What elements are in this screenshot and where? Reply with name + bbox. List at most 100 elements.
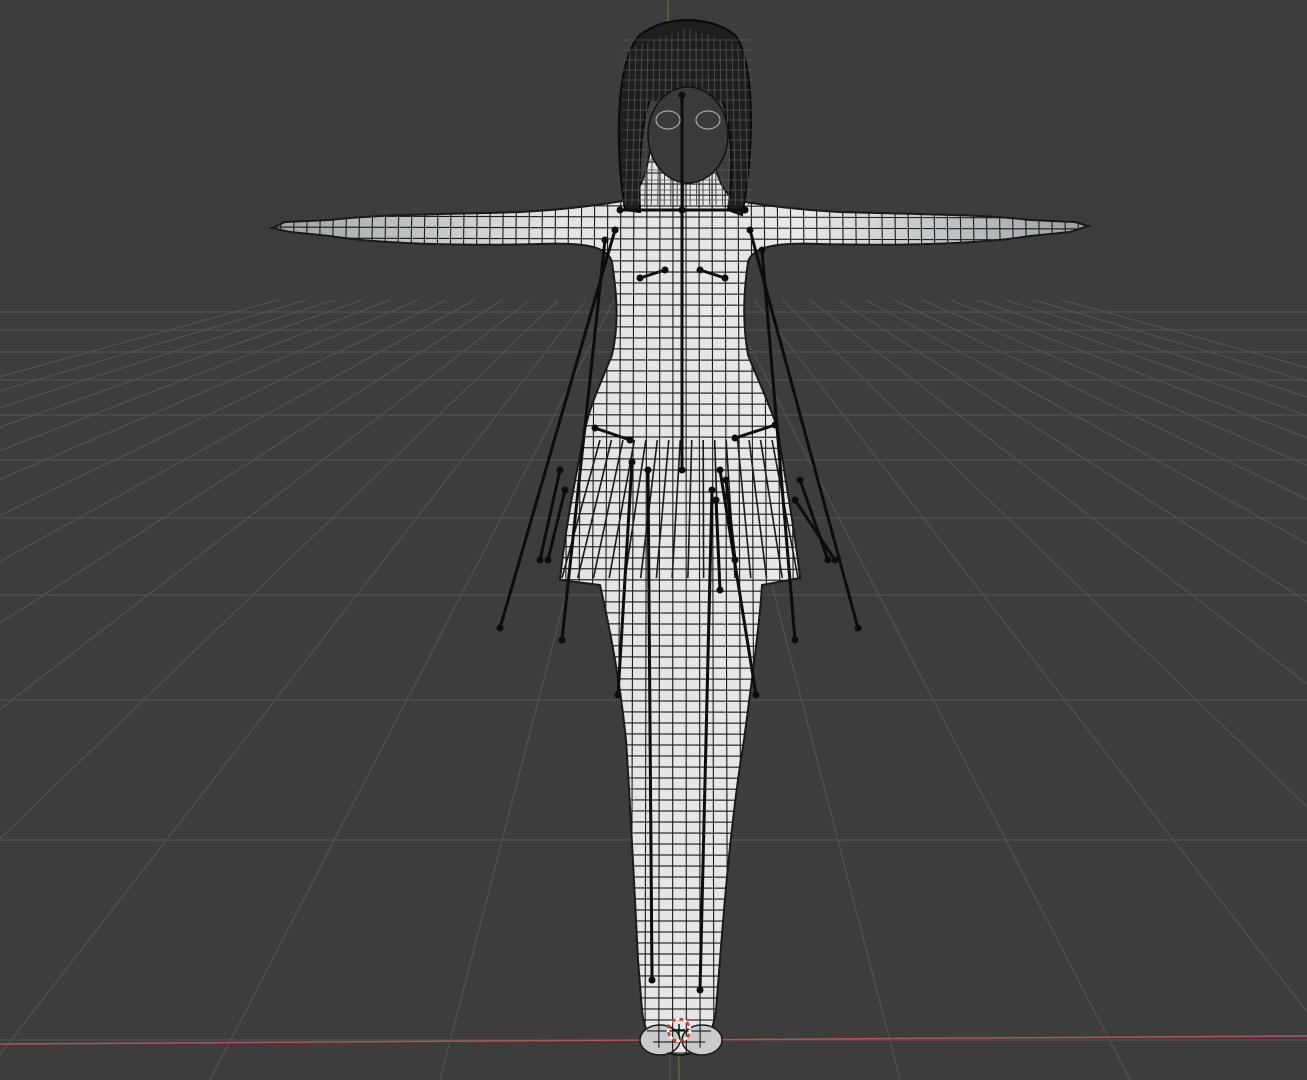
bone-joint[interactable]: [741, 206, 749, 214]
wire-edge: [893, 150, 908, 1055]
bone-joint[interactable]: [771, 421, 779, 429]
bone-joint[interactable]: [678, 91, 686, 99]
viewport-canvas[interactable]: [0, 0, 1307, 1080]
wire-edge: [492, 150, 505, 1055]
wire-edge: [867, 150, 880, 1055]
bone-joint[interactable]: [536, 556, 544, 564]
bone[interactable]: [798, 479, 830, 561]
bone-joint[interactable]: [611, 226, 619, 234]
bone-joint[interactable]: [824, 556, 832, 564]
wire-edge: [854, 150, 867, 1055]
wire-edge: [984, 150, 1004, 1055]
wire-edge: [437, 150, 453, 1055]
character-mesh[interactable]: [245, 19, 1114, 1070]
bone-joint[interactable]: [678, 206, 686, 214]
wire-edge: [451, 150, 466, 1055]
grid-line: [0, 299, 559, 840]
grid-line: [753, 299, 1307, 1013]
bone-joint[interactable]: [722, 476, 730, 484]
bone-joint[interactable]: [661, 266, 669, 274]
wire-edge: [368, 150, 388, 1055]
foot-right: [681, 1024, 723, 1056]
wire-edge: [520, 150, 531, 1055]
bone-joint[interactable]: [854, 624, 862, 632]
wire-edge: [802, 150, 811, 1055]
grid-line: [837, 299, 1307, 603]
wire-edge: [575, 150, 583, 1055]
grid-line: [0, 299, 531, 710]
wire-edge: [506, 150, 518, 1055]
wire-edge: [828, 150, 839, 1055]
bone-joint[interactable]: [644, 466, 652, 474]
wire-edge: [245, 140, 270, 1070]
bone-joint[interactable]: [601, 236, 609, 244]
bone-joint[interactable]: [752, 691, 760, 699]
face-mesh: [647, 86, 729, 184]
wire-edge: [534, 150, 544, 1055]
wire-edge: [932, 150, 949, 1055]
grid-line: [781, 299, 1307, 808]
wire-edge: [272, 150, 284, 1055]
wire-edge: [1023, 150, 1046, 1055]
grid-line: [0, 299, 363, 428]
wire-edge: [1036, 150, 1059, 1055]
grid-line: [1005, 299, 1307, 398]
wire-edge: [776, 150, 784, 1055]
wire-edge: [396, 150, 414, 1055]
bone-joint[interactable]: [746, 226, 754, 234]
bone-joint[interactable]: [758, 246, 766, 254]
bone-joint[interactable]: [716, 586, 724, 594]
wire-edge: [423, 150, 440, 1055]
bone-joint[interactable]: [721, 274, 729, 282]
bone-joint[interactable]: [496, 624, 504, 632]
bone-joint[interactable]: [558, 636, 566, 644]
wire-edge: [1075, 150, 1088, 1055]
bone-joint[interactable]: [614, 691, 622, 699]
bone-joint[interactable]: [731, 434, 739, 442]
bone-joint[interactable]: [556, 466, 564, 474]
bone-joint[interactable]: [678, 466, 686, 474]
bone-joint[interactable]: [626, 436, 634, 444]
bone-joint[interactable]: [544, 556, 552, 564]
bone[interactable]: [546, 489, 567, 561]
bone-joint[interactable]: [616, 206, 624, 214]
bone-joint[interactable]: [731, 556, 739, 564]
grid-line: [809, 299, 1307, 685]
grid-line: [725, 299, 1131, 1080]
bone-joint[interactable]: [696, 986, 704, 994]
wire-edge: [382, 150, 401, 1055]
wire-edge: [465, 150, 479, 1055]
wire-edge: [589, 150, 596, 1055]
bone-joint[interactable]: [628, 458, 636, 466]
grid-line: [209, 299, 615, 1080]
wire-edge: [815, 150, 825, 1055]
wire-edge: [286, 150, 310, 1055]
bone-joint[interactable]: [636, 274, 644, 282]
bone-joint[interactable]: [708, 486, 716, 494]
3d-viewport[interactable]: [0, 0, 1307, 1080]
bone-joint[interactable]: [712, 496, 720, 504]
bone-joint[interactable]: [716, 466, 724, 474]
wire-edge: [906, 150, 922, 1055]
grid-line: [949, 299, 1307, 439]
bone-joint[interactable]: [561, 486, 569, 494]
grid-line: [865, 299, 1307, 544]
bone-joint[interactable]: [648, 976, 656, 984]
wire-edge: [1062, 150, 1087, 1055]
grid-line: [1061, 299, 1307, 369]
bone-joint[interactable]: [791, 636, 799, 644]
bone-joint[interactable]: [791, 496, 799, 504]
bone[interactable]: [793, 499, 837, 561]
wire-edge: [1010, 150, 1032, 1055]
bone-joint[interactable]: [796, 476, 804, 484]
wire-edge: [410, 150, 427, 1055]
wire-edge: [958, 150, 977, 1055]
grid-line: [0, 299, 279, 378]
bone-joint[interactable]: [696, 266, 704, 274]
wire-edge: [919, 150, 935, 1055]
wire-edge: [1089, 140, 1114, 1070]
wire-edge: [997, 150, 1018, 1055]
bone-joint[interactable]: [591, 424, 599, 432]
grid-line: [1033, 299, 1307, 382]
bone-joint[interactable]: [831, 556, 839, 564]
